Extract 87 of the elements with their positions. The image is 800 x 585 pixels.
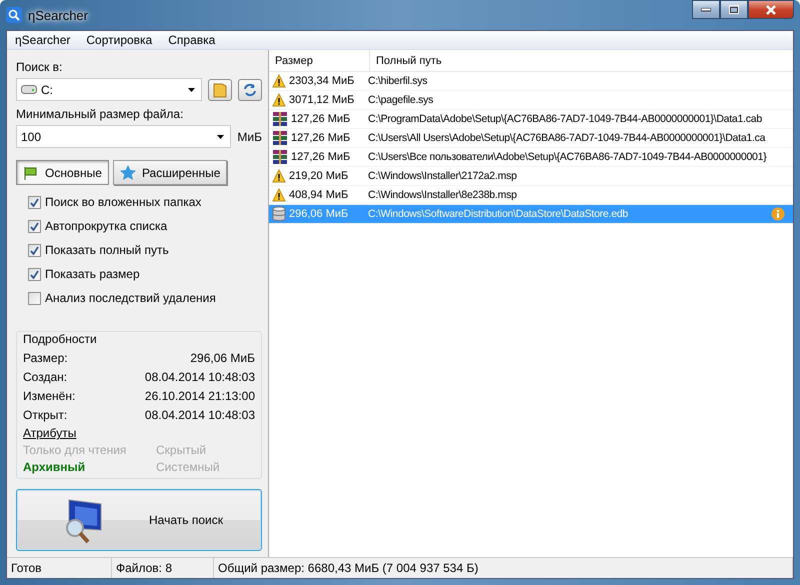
attribute-label: Системный <box>156 460 221 474</box>
attribute-label: Архивный <box>23 460 86 474</box>
window-title: ηSearcher <box>28 8 88 22</box>
checkbox-option[interactable]: Показать размер <box>28 267 262 281</box>
detail-label: Изменён: <box>23 388 76 402</box>
path-cell-text: C:\Windows\Installer\8e238b.msp <box>368 189 518 201</box>
file-row[interactable]: 2303,34 МиБ C:\hiberfil.sys <box>269 72 793 91</box>
start-search-button[interactable]: Начать поиск <box>16 489 262 551</box>
checkbox-option[interactable]: Поиск во вложенных папках <box>28 195 262 209</box>
tab[interactable]: Расширенные <box>112 160 228 185</box>
maximize-icon <box>729 5 739 14</box>
refresh-icon <box>243 82 257 96</box>
search-icon <box>6 7 22 23</box>
file-row[interactable]: 127,26 МиБ C:\Users\All Users\Adobe\Setup\{AC76BA86-7AD7-1049-7B44-AB0000000001}\Data1.ca <box>269 129 793 148</box>
maximize-button[interactable] <box>720 0 748 19</box>
archive-icon <box>272 130 288 146</box>
drive-icon <box>21 85 37 94</box>
attributes-link[interactable]: Атрибуты <box>23 424 76 443</box>
detail-value: 296,06 МиБ <box>190 350 255 364</box>
checkbox[interactable] <box>28 220 41 232</box>
checkbox-option[interactable]: Анализ последствий удаления <box>28 291 262 305</box>
size-cell: 2303,34 МиБ <box>289 75 354 87</box>
size-dropdown[interactable]: 100 <box>16 125 232 148</box>
refresh-button[interactable] <box>238 78 262 100</box>
star-icon <box>120 165 136 180</box>
detail-label: Размер: <box>23 350 68 364</box>
archive-icon <box>272 149 288 165</box>
database-icon <box>272 206 286 222</box>
size-cell: 408,94 МиБ <box>289 189 348 201</box>
menu-item[interactable]: ηSearcher <box>7 33 78 47</box>
checkbox[interactable] <box>28 268 41 280</box>
checkbox-option[interactable]: Автопрокрутка списка <box>28 219 262 233</box>
tab[interactable]: Основные <box>16 160 109 185</box>
size-cell: 296,06 МиБ <box>289 208 348 220</box>
size-cell: 127,26 МиБ <box>291 113 350 125</box>
checkbox[interactable] <box>28 196 41 208</box>
column-header[interactable]: Полный путь <box>370 50 793 71</box>
status-text: Файлов: 8 <box>112 558 214 578</box>
detail-label: Открыт: <box>23 408 68 422</box>
column-header[interactable]: Размер <box>269 50 370 71</box>
field-label: Поиск в: <box>16 60 64 74</box>
checkbox[interactable] <box>28 292 41 304</box>
attribute-label: Только для чтения <box>23 443 128 457</box>
menu-item[interactable]: Справка <box>160 33 224 47</box>
warning-icon <box>272 93 286 107</box>
flag-icon <box>23 166 39 180</box>
dropdown-arrow-icon <box>217 134 224 138</box>
detail-value: 26.10.2014 21:13:00 <box>144 388 255 402</box>
path-cell-text: C:\Users\Все пользователи\Adobe\Setup\{AC76BA86-7AD7-1049-7B44-AB0000000001} <box>368 151 768 163</box>
dropdown-arrow-icon <box>188 88 195 92</box>
close-button[interactable] <box>748 0 794 19</box>
file-row[interactable]: 127,26 МиБ C:\ProgramData\Adobe\Setup\{AC76BA86-7AD7-1049-7B44-AB0000000001}\Data1.cab <box>269 110 793 129</box>
detail-value: 08.04.2014 10:48:03 <box>144 370 255 384</box>
unit-label: МиБ <box>237 130 262 144</box>
file-row[interactable]: 219,20 МиБ C:\Windows\Installer\2172a2.msp <box>269 167 793 186</box>
attribute-label: Скрытый <box>156 443 208 457</box>
path-cell-text: C:\Users\All Users\Adobe\Setup\{AC76BA86-7AD7-1049-7B44-AB0000000001}\Data1.ca <box>368 132 766 144</box>
detail-value: 08.04.2014 10:48:03 <box>144 408 255 422</box>
status-text: Общий размер: 6680,43 МиБ (7 004 937 534 Б) <box>214 558 793 578</box>
size-cell: 3071,12 МиБ <box>289 94 354 106</box>
warning-icon <box>272 74 286 88</box>
warning-icon <box>272 188 286 202</box>
size-cell: 127,26 МиБ <box>291 132 350 144</box>
folder-icon <box>213 82 227 98</box>
file-row[interactable]: 127,26 МиБ C:\Users\Все пользователи\Adobe\Setup\{AC76BA86-7AD7-1049-7B44-AB0000000001} <box>269 148 793 167</box>
path-cell-text: C:\Windows\SoftwareDistribution\DataStore\DataStore.edb <box>368 208 629 220</box>
detail-label: Создан: <box>23 370 68 384</box>
archive-icon <box>272 111 288 127</box>
close-icon <box>765 4 777 14</box>
checkbox[interactable] <box>28 244 41 256</box>
size-cell: 127,26 МиБ <box>291 151 350 163</box>
group-title: Подробности <box>23 332 98 346</box>
folder-button[interactable] <box>208 78 232 100</box>
minimize-icon <box>701 8 711 12</box>
menu-item[interactable]: Сортировка <box>78 33 160 47</box>
file-row[interactable]: 3071,12 МиБ C:\pagefile.sys <box>269 91 793 110</box>
minimize-button[interactable] <box>692 0 720 19</box>
warning-icon <box>272 169 286 183</box>
status-text: Готов <box>7 558 112 578</box>
path-cell-text: C:\hiberfil.sys <box>368 75 428 87</box>
drive-dropdown[interactable]: C: <box>16 78 202 101</box>
checkbox-option[interactable]: Показать полный путь <box>28 243 262 257</box>
path-cell-text: C:\pagefile.sys <box>368 94 434 106</box>
path-cell-text: C:\ProgramData\Adobe\Setup\{AC76BA86-7AD7-1049-7B44-AB0000000001}\Data1.cab <box>368 113 763 125</box>
path-cell-text: C:\Windows\Installer\2172a2.msp <box>368 170 518 182</box>
size-cell: 219,20 МиБ <box>289 170 348 182</box>
field-label: Минимальный размер файла: <box>16 107 184 121</box>
